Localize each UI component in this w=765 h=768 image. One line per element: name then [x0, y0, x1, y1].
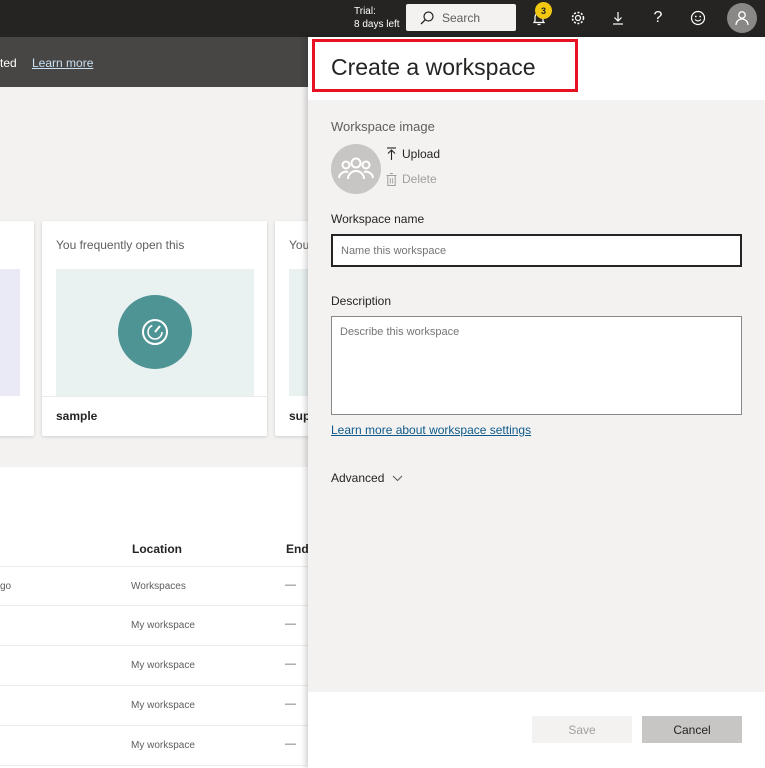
cell-location: Workspaces — [131, 581, 186, 592]
table-row[interactable]: My workspace — — [0, 686, 308, 726]
trial-label: Trial: — [354, 6, 376, 17]
panel-header: Create a workspace — [308, 37, 765, 100]
recommended-section: You frequently open this sample You sup — [0, 87, 319, 467]
panel-footer: Save Cancel — [308, 692, 765, 768]
card-sample[interactable]: You frequently open this sample — [42, 221, 267, 436]
workspace-name-label: Workspace name — [331, 212, 425, 226]
delete-button[interactable]: Delete — [386, 172, 437, 186]
card-name: sample — [56, 409, 98, 423]
user-avatar[interactable] — [727, 3, 757, 33]
table-row[interactable]: My workspace — — [0, 646, 308, 686]
download-icon[interactable] — [608, 8, 628, 28]
cell-endorsement: — — [285, 698, 296, 710]
trash-icon — [386, 172, 397, 186]
table-row[interactable]: My workspace — — [0, 726, 308, 766]
notification-badge: 3 — [535, 2, 552, 19]
gear-icon[interactable] — [568, 8, 588, 28]
top-bar: Trial: 8 days left Search 3 ? — [0, 0, 765, 37]
save-button[interactable]: Save — [532, 716, 632, 743]
cell-endorsement: — — [285, 738, 296, 750]
description-label: Description — [331, 294, 392, 308]
advanced-toggle[interactable]: Advanced — [331, 471, 403, 485]
help-icon[interactable]: ? — [648, 8, 668, 28]
create-workspace-panel: Create a workspace Workspace image Uploa… — [308, 37, 765, 768]
info-banner: ted Learn more — [0, 37, 308, 87]
search-box[interactable]: Search — [406, 4, 516, 31]
trial-days-left: 8 days left — [354, 19, 400, 30]
group-icon — [338, 157, 374, 180]
cell-name: go — [0, 581, 12, 592]
chevron-down-icon — [392, 475, 403, 481]
table-row[interactable]: go Workspaces — — [0, 566, 308, 606]
card-thumbnail — [56, 269, 254, 396]
column-header-location[interactable]: Location — [132, 542, 182, 556]
trial-status: Trial: 8 days left — [354, 5, 400, 31]
cell-location: My workspace — [131, 660, 195, 671]
cell-endorsement: — — [285, 579, 296, 591]
cell-location: My workspace — [131, 740, 195, 751]
table-row[interactable]: My workspace — — [0, 606, 308, 646]
card-partial-left[interactable] — [0, 221, 34, 436]
panel-title: Create a workspace — [331, 54, 536, 80]
cell-endorsement: — — [285, 618, 296, 630]
workspace-settings-link[interactable]: Learn more about workspace settings — [331, 423, 531, 437]
delete-label: Delete — [402, 172, 437, 186]
upload-button[interactable]: Upload — [386, 147, 440, 161]
cancel-button[interactable]: Cancel — [642, 716, 742, 743]
banner-text: ted — [0, 56, 17, 70]
search-icon — [420, 10, 434, 24]
description-input[interactable] — [331, 316, 742, 415]
user-icon — [735, 11, 749, 26]
advanced-label: Advanced — [331, 471, 385, 485]
dashboard-icon — [118, 295, 192, 369]
workspace-image-label: Workspace image — [331, 119, 435, 134]
workspace-avatar — [331, 144, 381, 194]
workspace-name-input[interactable] — [331, 234, 742, 267]
smiley-icon[interactable] — [688, 8, 708, 28]
card-caption: You — [289, 238, 310, 252]
cell-location: My workspace — [131, 620, 195, 631]
search-label: Search — [442, 10, 481, 25]
upload-icon — [387, 147, 396, 160]
content-table: Location Endo go Workspaces — My workspa… — [0, 467, 316, 768]
cell-endorsement: — — [285, 658, 296, 670]
card-caption: You frequently open this — [56, 238, 185, 252]
upload-label: Upload — [402, 147, 441, 161]
cell-location: My workspace — [131, 700, 195, 711]
learn-more-link[interactable]: Learn more — [32, 56, 93, 70]
